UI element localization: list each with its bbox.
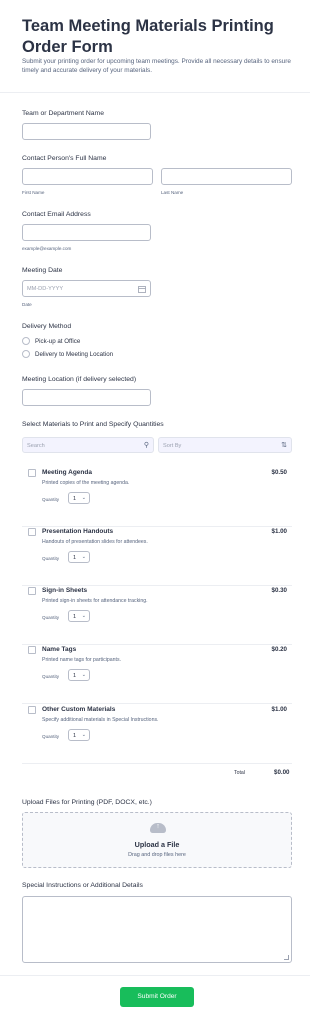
- product-desc: Printed sign-in sheets for attendance tr…: [42, 598, 148, 604]
- product-price: $0.30: [271, 587, 287, 594]
- first-name-input[interactable]: [22, 168, 153, 185]
- radio-pickup-label: Pick-up at Office: [35, 337, 81, 345]
- upload-subtitle: Drag and drop files here: [128, 852, 186, 858]
- total-label: Total: [234, 770, 245, 776]
- product-name: Other Custom Materials: [42, 706, 116, 713]
- team-label: Team or Department Name: [22, 110, 104, 117]
- total-value: $0.00: [274, 769, 290, 776]
- email-sublabel: example@example.com: [22, 246, 72, 251]
- instructions-textarea[interactable]: [22, 896, 292, 963]
- product-name: Name Tags: [42, 646, 77, 653]
- quantity-value: 1: [73, 672, 77, 679]
- radio-delivery-label: Delivery to Meeting Location: [35, 350, 114, 358]
- quantity-label: Quantity: [42, 615, 60, 620]
- team-input[interactable]: [22, 123, 151, 140]
- quantity-select[interactable]: 1 ⌄: [68, 610, 90, 622]
- form-header: Team Meeting Materials Printing Order Fo…: [0, 0, 310, 93]
- email-label: Contact Email Address: [22, 211, 91, 218]
- upload-label: Upload Files for Printing (PDF, DOCX, et…: [22, 799, 152, 806]
- chevron-down-icon: ⌄: [81, 732, 86, 738]
- first-name-sublabel: First Name: [22, 190, 45, 195]
- product-desc: Specify additional materials in Special …: [42, 717, 159, 723]
- calendar-icon[interactable]: [138, 285, 146, 293]
- chevron-down-icon: ⌄: [81, 495, 86, 501]
- last-name-sublabel: Last Name: [161, 190, 184, 195]
- quantity-select[interactable]: 1 ⌄: [68, 492, 90, 504]
- quantity-value: 1: [73, 732, 77, 739]
- radio-circle[interactable]: [22, 350, 30, 358]
- quantity-label: Quantity: [42, 674, 60, 679]
- contact-name-label: Contact Person's Full Name: [22, 155, 107, 162]
- quantity-label: Quantity: [42, 734, 60, 739]
- product-name: Meeting Agenda: [42, 469, 92, 476]
- product-price: $1.00: [271, 706, 287, 713]
- product-item: Meeting Agenda Printed copies of the mee…: [22, 467, 292, 527]
- product-desc: Handouts of presentation slides for atte…: [42, 539, 148, 545]
- product-name: Presentation Handouts: [42, 528, 114, 535]
- footer-divider: [0, 975, 310, 976]
- instructions-label: Special Instructions or Additional Detai…: [22, 882, 143, 889]
- meeting-location-input[interactable]: [22, 389, 151, 406]
- delivery-method-label: Delivery Method: [22, 323, 72, 330]
- quantity-value: 1: [73, 554, 77, 561]
- product-desc: Printed name tags for participants.: [42, 657, 122, 663]
- form-subtitle: Submit your printing order for upcoming …: [22, 58, 291, 74]
- submit-button[interactable]: Submit Order: [120, 987, 194, 1007]
- product-checkbox[interactable]: [28, 646, 36, 654]
- product-item: Name Tags Printed name tags for particip…: [22, 644, 292, 704]
- search-placeholder: Search: [27, 442, 45, 449]
- search-icon: ⚲: [143, 442, 149, 449]
- meeting-date-input[interactable]: MM-DD-YYYY: [22, 280, 151, 297]
- sort-icon: ⇅: [281, 442, 287, 449]
- meeting-location-label: Meeting Location (if delivery selected): [22, 376, 137, 383]
- date-placeholder: MM-DD-YYYY: [27, 286, 64, 292]
- product-checkbox[interactable]: [28, 469, 36, 477]
- product-desc: Printed copies of the meeting agenda.: [42, 480, 130, 486]
- chevron-down-icon: ⌄: [81, 613, 86, 619]
- sort-placeholder: Sort By: [163, 442, 182, 449]
- radio-pickup[interactable]: Pick-up at Office: [22, 337, 80, 345]
- chevron-down-icon: ⌄: [81, 554, 86, 560]
- form-title: Team Meeting Materials Printing Order Fo…: [22, 17, 274, 56]
- date-sublabel: Date: [22, 302, 32, 307]
- quantity-select[interactable]: 1 ⌄: [68, 551, 90, 563]
- quantity-value: 1: [73, 495, 77, 502]
- product-price: $0.50: [271, 469, 287, 476]
- last-name-input[interactable]: [161, 168, 292, 185]
- materials-label: Select Materials to Print and Specify Qu…: [22, 421, 164, 428]
- product-price: $1.00: [271, 528, 287, 535]
- product-checkbox[interactable]: [28, 706, 36, 714]
- product-price: $0.20: [271, 646, 287, 653]
- product-checkbox[interactable]: [28, 587, 36, 595]
- upload-arrow-icon: ↑: [156, 823, 160, 830]
- quantity-select[interactable]: 1 ⌄: [68, 729, 90, 741]
- email-input[interactable]: [22, 224, 151, 241]
- quantity-value: 1: [73, 613, 77, 620]
- product-item: Other Custom Materials Specify additiona…: [22, 704, 292, 764]
- upload-dropzone[interactable]: ↑ Upload a File Drag and drop files here: [22, 812, 292, 868]
- meeting-date-label: Meeting Date: [22, 267, 63, 274]
- product-checkbox[interactable]: [28, 528, 36, 536]
- quantity-select[interactable]: 1 ⌄: [68, 669, 90, 681]
- sort-by-select[interactable]: Sort By ⇅: [158, 437, 292, 453]
- chevron-down-icon: ⌄: [81, 672, 86, 678]
- radio-delivery[interactable]: Delivery to Meeting Location: [22, 350, 113, 358]
- radio-circle[interactable]: [22, 337, 30, 345]
- quantity-label: Quantity: [42, 497, 60, 502]
- upload-title: Upload a File: [134, 840, 180, 849]
- product-search-input[interactable]: Search ⚲: [22, 437, 154, 453]
- quantity-label: Quantity: [42, 556, 60, 561]
- product-name: Sign-in Sheets: [42, 587, 88, 594]
- product-item: Presentation Handouts Handouts of presen…: [22, 526, 292, 586]
- resize-handle-icon[interactable]: [284, 955, 289, 960]
- product-item: Sign-in Sheets Printed sign-in sheets fo…: [22, 585, 292, 645]
